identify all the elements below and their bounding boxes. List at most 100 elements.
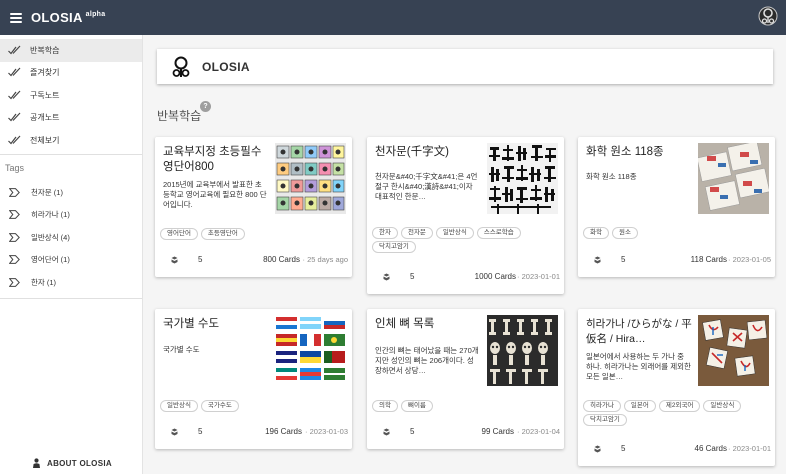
tag-chip[interactable]: 일반상식	[160, 400, 198, 412]
deck-icon	[171, 256, 178, 264]
note-card[interactable]: 천자문(千字文) 천자문&#40;千字文&#41;은 4언절구 한시&#40;漢…	[367, 137, 564, 294]
card-footer: 5 196 Cards · 2023-01-03	[155, 421, 352, 443]
tag-chip[interactable]: 히라가나	[583, 400, 621, 412]
help-badge[interactable]: ?	[200, 101, 211, 112]
sidebar-item-view-all[interactable]: 전체보기	[0, 129, 142, 152]
note-card[interactable]: 히라가나 /ひらがな / 平仮名 / Hira… 일본어에서 사용하는 두 가나…	[578, 309, 775, 466]
card-title: 화학 원소 118종	[586, 146, 664, 158]
tag-chip[interactable]: 영어단어	[160, 228, 198, 240]
repeat-count: 5	[621, 444, 626, 453]
app-title[interactable]: OLOSIA alpha	[31, 10, 105, 25]
deck-icon	[594, 256, 601, 264]
tag-chip[interactable]: 스스로학습	[476, 227, 521, 239]
top-app-bar: OLOSIA alpha	[0, 0, 786, 35]
card-tags: 화학 원소	[583, 227, 769, 239]
card-thumbnail-image	[275, 143, 346, 214]
repeat-count: 5	[621, 255, 626, 264]
sidebar: 반복학습 즐겨찾기 구독노트 공개노트 전체보기 Tags 천자문 (1) 히라…	[0, 35, 143, 474]
card-count: 800 Cards	[263, 255, 300, 264]
deck-icon	[171, 428, 178, 436]
double-check-icon	[8, 135, 21, 145]
about-olosia-link[interactable]: ABOUT OLOSIA	[32, 458, 112, 468]
tag-chip[interactable]: 한자	[372, 227, 398, 239]
card-description: 천자문&#40;千字文&#41;은 4언절구 한시&#40;漢詩&#41;이자 …	[375, 172, 478, 201]
deck-icon	[383, 428, 390, 436]
note-card[interactable]: 인체 뼈 목록 인간의 뼈는 태어났을 때는 270개지만 성인의 뼈는 206…	[367, 309, 564, 449]
card-footer: 5 1000 Cards · 2023-01-01	[367, 266, 564, 288]
tag-item-general-knowledge[interactable]: 일반상식 (4)	[0, 226, 142, 249]
double-check-icon	[8, 112, 21, 122]
sidebar-item-public-notes[interactable]: 공개노트	[0, 107, 142, 130]
tag-label: 천자문 (1)	[31, 187, 63, 197]
sidebar-item-favorites[interactable]: 즐겨찾기	[0, 62, 142, 85]
tag-chip[interactable]: 일반상식	[435, 227, 474, 239]
tag-chip[interactable]: 닥치고암기	[372, 241, 416, 253]
tag-chip[interactable]: 제2외국어	[658, 400, 701, 412]
label-outline-icon	[9, 210, 20, 220]
card-thumbnail-image	[487, 315, 558, 386]
card-footer: 5 46 Cards · 2023-01-01	[578, 438, 775, 460]
hamburger-menu-icon[interactable]	[10, 12, 22, 23]
user-avatar-icon[interactable]	[758, 6, 778, 28]
card-thumbnail-image	[487, 143, 558, 214]
olosia-logo-icon	[172, 56, 190, 77]
label-outline-icon	[9, 187, 20, 197]
card-count: 1000 Cards	[474, 272, 516, 281]
card-date: · 2023-01-03	[305, 427, 348, 436]
sidebar-item-label: 공개노트	[30, 113, 60, 123]
repeat-count: 5	[198, 427, 203, 436]
card-title: 천자문(千字文)	[375, 146, 449, 158]
card-title: 국가별 수도	[163, 318, 220, 330]
tag-item-hiragana[interactable]: 히라가나 (1)	[0, 204, 142, 227]
tag-chip[interactable]: 원소	[611, 227, 638, 239]
card-description: 일본어에서 사용하는 두 가나 중 하나. 히라가나는 외래어를 제외한 모든 …	[586, 352, 691, 381]
double-check-icon	[8, 45, 21, 55]
label-outline-icon	[9, 232, 20, 242]
tag-chip[interactable]: 천자문	[400, 227, 433, 239]
tag-chip[interactable]: 일본어	[623, 400, 656, 412]
card-tags: 의학 뼈이름	[372, 400, 558, 412]
tag-chip[interactable]: 화학	[583, 227, 609, 239]
sidebar-item-label: 즐겨찾기	[30, 68, 60, 78]
alpha-badge: alpha	[85, 11, 106, 18]
sidebar-item-repeat-study[interactable]: 반복학습	[0, 39, 142, 62]
note-card[interactable]: 국가별 수도 국가별 수도 일반상식 국가수도 5 196 Cards · 20…	[155, 309, 352, 449]
tags-heading: Tags	[5, 163, 25, 173]
divider	[0, 154, 142, 155]
tag-chip[interactable]: 뼈이름	[400, 400, 433, 412]
tag-item-hanja[interactable]: 한자 (1)	[0, 271, 142, 294]
card-count: 46 Cards	[694, 444, 727, 453]
label-outline-icon	[9, 255, 20, 265]
card-count: 99 Cards	[481, 427, 514, 436]
note-card[interactable]: 화학 원소 118종 화학 원소 118종 화학 원소 5 118 Cards …	[578, 137, 775, 277]
card-count: 196 Cards	[265, 427, 302, 436]
tag-item-english-words[interactable]: 영어단어 (1)	[0, 249, 142, 272]
deck-icon	[594, 445, 601, 453]
card-date: · 2023-01-01	[517, 272, 560, 281]
card-thumbnail-image	[698, 143, 769, 214]
sidebar-item-label: 반복학습	[30, 45, 60, 55]
card-title: 교육부지정 초등필수영단어800	[163, 146, 262, 173]
card-tags: 히라가나 일본어 제2외국어 일반상식 닥치고암기	[583, 400, 769, 426]
card-description: 인간의 뼈는 태어났을 때는 270개지만 성인의 뼈는 206개이다. 성장하…	[375, 346, 479, 375]
tag-chip[interactable]: 국가수도	[200, 400, 239, 412]
sidebar-item-label: 구독노트	[30, 90, 60, 100]
card-title: 인체 뼈 목록	[375, 318, 435, 330]
sidebar-item-subscribed-notes[interactable]: 구독노트	[0, 84, 142, 107]
card-date: · 2023-01-05	[728, 255, 771, 264]
tag-chip[interactable]: 의학	[372, 400, 398, 412]
tag-chip[interactable]: 닥치고암기	[583, 414, 627, 426]
tag-chip[interactable]: 일반상식	[703, 400, 742, 412]
card-tags: 영어단어 초등영단어	[160, 228, 346, 240]
tag-item-thousand-characters[interactable]: 천자문 (1)	[0, 181, 142, 204]
double-check-icon	[8, 67, 21, 77]
card-date: · 2023-01-01	[728, 444, 771, 453]
repeat-count: 5	[410, 272, 415, 281]
card-tags: 일반상식 국가수도	[160, 400, 346, 412]
profile-title: OLOSIA	[202, 59, 250, 74]
note-card[interactable]: 교육부지정 초등필수영단어800 2015년에 교육부에서 발표한 초등학교 영…	[155, 137, 352, 277]
card-tags: 한자 천자문 일반상식 스스로학습 닥치고암기	[372, 227, 558, 253]
tag-label: 일반상식 (4)	[31, 232, 70, 242]
sidebar-nav: 반복학습 즐겨찾기 구독노트 공개노트 전체보기	[0, 35, 142, 152]
tag-chip[interactable]: 초등영단어	[200, 228, 245, 240]
